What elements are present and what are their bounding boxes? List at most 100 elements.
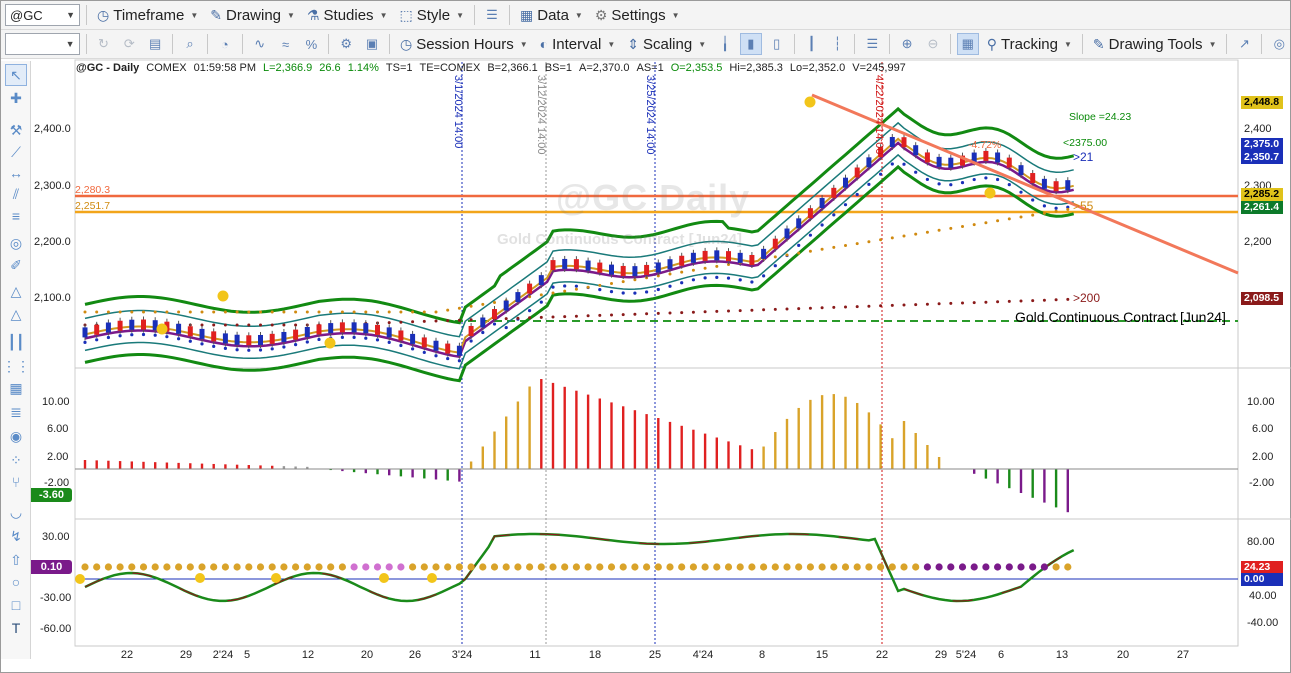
signal-dot: [1064, 563, 1072, 571]
signal-dot: [853, 563, 861, 571]
info-ts: TS=1: [385, 62, 413, 74]
ma21-dot: [972, 177, 976, 182]
candle-body: [316, 324, 322, 335]
histogram-bar: [434, 469, 438, 480]
ma55-dot: [294, 310, 298, 314]
histogram-bar: [844, 396, 847, 469]
histogram-bar: [727, 441, 730, 469]
candle-body: [1065, 180, 1071, 191]
candle-body: [492, 309, 497, 320]
candle-body: [433, 340, 439, 351]
ma21-dot: [691, 278, 696, 282]
signal-dot: [561, 563, 569, 571]
candle-body: [714, 250, 720, 261]
histogram-bar: [668, 421, 672, 469]
osc1-axis-label: 10.00: [42, 396, 70, 408]
candle-body: [117, 320, 123, 331]
ma200-dot: [434, 319, 438, 323]
ma200-dot: [469, 318, 473, 322]
pct-annotation: -4.72%: [968, 139, 1002, 151]
signal-dot: [373, 563, 382, 571]
date-label: 2'24: [212, 649, 234, 661]
ma21-dot: [106, 335, 110, 340]
osc-marker: [427, 573, 437, 583]
ma200-dot: [937, 302, 941, 306]
histogram-bar: [224, 464, 227, 469]
ma55-dot: [317, 310, 321, 314]
ma200-dot: [422, 319, 426, 323]
histogram-bar: [481, 446, 484, 469]
candle-body: [644, 264, 650, 275]
vline-label: 4/22/2024 14:00: [873, 75, 885, 155]
ma55-dot: [1066, 207, 1070, 211]
chart-watermark-symbol: @GC Daily: [556, 177, 751, 218]
signal-dot: [970, 563, 978, 571]
osc2-axis-label: 30.00: [42, 531, 70, 543]
histogram-bar: [1031, 469, 1034, 498]
signal-dot: [865, 563, 873, 571]
ma21-dot: [715, 275, 719, 279]
ma21-dot: [633, 291, 637, 295]
ma200-dot: [984, 300, 988, 304]
ma55-dot: [844, 244, 847, 247]
info-bid: B=2,366.1: [487, 62, 538, 74]
signal-dot: [81, 563, 89, 571]
ma200-dot: [270, 323, 274, 327]
signal-dot: [186, 563, 194, 571]
signal-dot: [420, 563, 428, 571]
right-osc2-axis-label: 40.00: [1249, 590, 1277, 602]
ma55-dot: [188, 310, 192, 314]
contract-annotation: Gold Continuous Contract [Jun24]: [1015, 309, 1226, 325]
ma200-dot: [1031, 299, 1035, 303]
candle-body: [105, 322, 111, 333]
ma21-annotation: >21: [1073, 150, 1094, 164]
osc-marker: [75, 574, 85, 584]
signal-dot: [502, 563, 510, 571]
candle-body: [632, 266, 638, 277]
signal-dot: [490, 563, 499, 571]
histogram-bar: [388, 469, 391, 476]
info-as: AS=1: [636, 62, 664, 74]
candle-body: [503, 300, 509, 311]
date-label: 11: [529, 649, 541, 661]
histogram-bar: [446, 469, 449, 481]
ma200-dot: [844, 305, 847, 309]
candle-body: [187, 326, 193, 337]
ma55-dot: [106, 310, 110, 314]
ma21-dot: [832, 213, 836, 217]
candle-body: [421, 337, 427, 348]
signal-dot: [93, 563, 101, 571]
ma21-dot: [797, 243, 801, 247]
signal-dot: [385, 563, 393, 571]
ma200-dot: [867, 304, 871, 308]
candle-body: [702, 250, 708, 261]
histogram-bar: [856, 402, 859, 469]
osc1-value-badge: -3.60: [31, 488, 72, 502]
ma55-dot: [142, 310, 145, 314]
histogram-bar: [645, 414, 648, 469]
ma55-dot: [925, 230, 929, 234]
histogram-bar: [458, 469, 461, 482]
signal-dot: [748, 563, 756, 571]
ma21-dot: [375, 338, 380, 342]
candle-body: [667, 259, 673, 270]
candle-body: [234, 334, 240, 345]
histogram-bar: [200, 463, 204, 469]
histogram-bar: [657, 418, 660, 469]
ma21-dot: [914, 170, 918, 174]
ma21-dot: [446, 356, 450, 361]
vline-label: 3/25/2024 14:00: [644, 75, 656, 155]
histogram-bar: [1066, 469, 1069, 513]
price-tag: 0.00: [1241, 573, 1283, 586]
info-high: Hi=2,385.3: [729, 62, 783, 74]
histogram-bar: [575, 390, 578, 469]
signal-dot: [526, 563, 534, 571]
ma200-dot: [762, 308, 766, 312]
ma21-dot: [481, 330, 485, 335]
signal-dot: [280, 563, 288, 571]
candle-body: [983, 150, 989, 161]
date-label: 13: [1055, 649, 1069, 661]
candle-body: [550, 260, 556, 271]
date-label: 5: [243, 649, 251, 661]
ma55-dot: [890, 236, 894, 240]
